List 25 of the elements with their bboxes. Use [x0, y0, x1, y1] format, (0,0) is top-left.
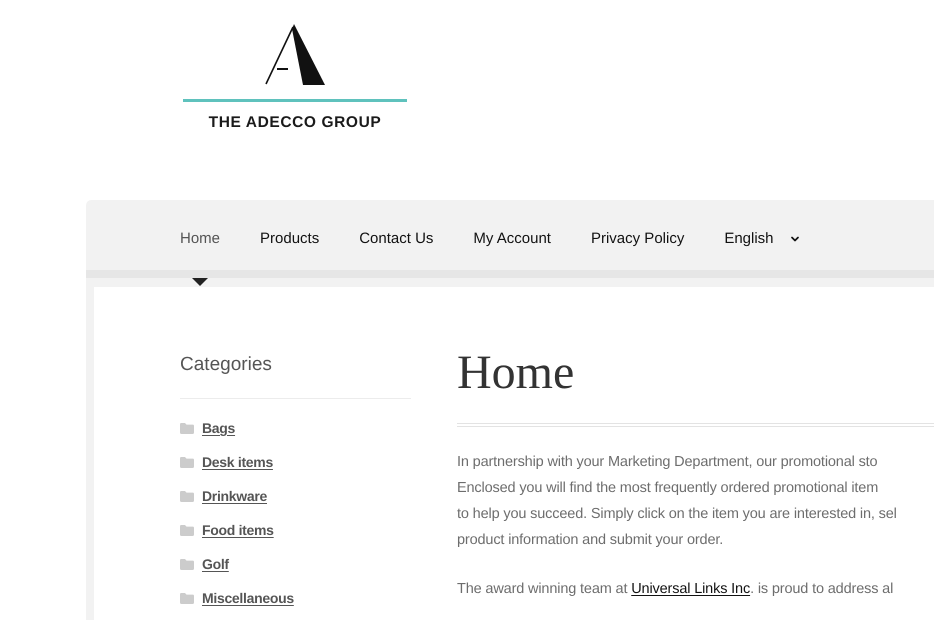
language-dropdown[interactable]: English: [724, 228, 801, 248]
nav-link[interactable]: My Account: [473, 228, 551, 248]
category-link[interactable]: Food items: [202, 520, 274, 540]
logo-text: THE ADECCO GROUP: [208, 114, 382, 132]
page-title: Home: [457, 349, 574, 397]
folder-icon: [180, 592, 194, 604]
category-link[interactable]: Desk items: [202, 452, 273, 472]
sidebar-title: Categories: [180, 353, 273, 377]
intro-paragraph: In partnership with your Marketing Department, our promotional sto Enclosed you will find the most frequently ordered promotional item to help you succeed. Simply click on the item you are interested in, sel product information and submit your order.: [457, 453, 897, 550]
folder-icon: [180, 524, 194, 536]
nav-link[interactable]: Privacy Policy: [590, 228, 684, 248]
folder-icon: [180, 456, 194, 468]
category-link[interactable]: Bags: [202, 418, 236, 438]
folder-icon: [180, 422, 194, 434]
company-link[interactable]: Universal Links Inc: [631, 581, 750, 597]
logo-mark-icon: [265, 24, 325, 85]
category-link[interactable]: Golf: [202, 554, 229, 574]
category-link[interactable]: Drinkware: [202, 486, 267, 506]
category-link[interactable]: Miscellaneous: [202, 588, 294, 608]
team-paragraph: The award winning team at Universal Links Inc. is proud to address al: [457, 580, 894, 599]
nav-link[interactable]: Contact Us: [359, 228, 434, 248]
nav-link[interactable]: Home: [180, 228, 220, 248]
folder-icon: [180, 558, 194, 570]
nav-link[interactable]: Products: [260, 228, 320, 248]
folder-icon: [180, 490, 194, 502]
